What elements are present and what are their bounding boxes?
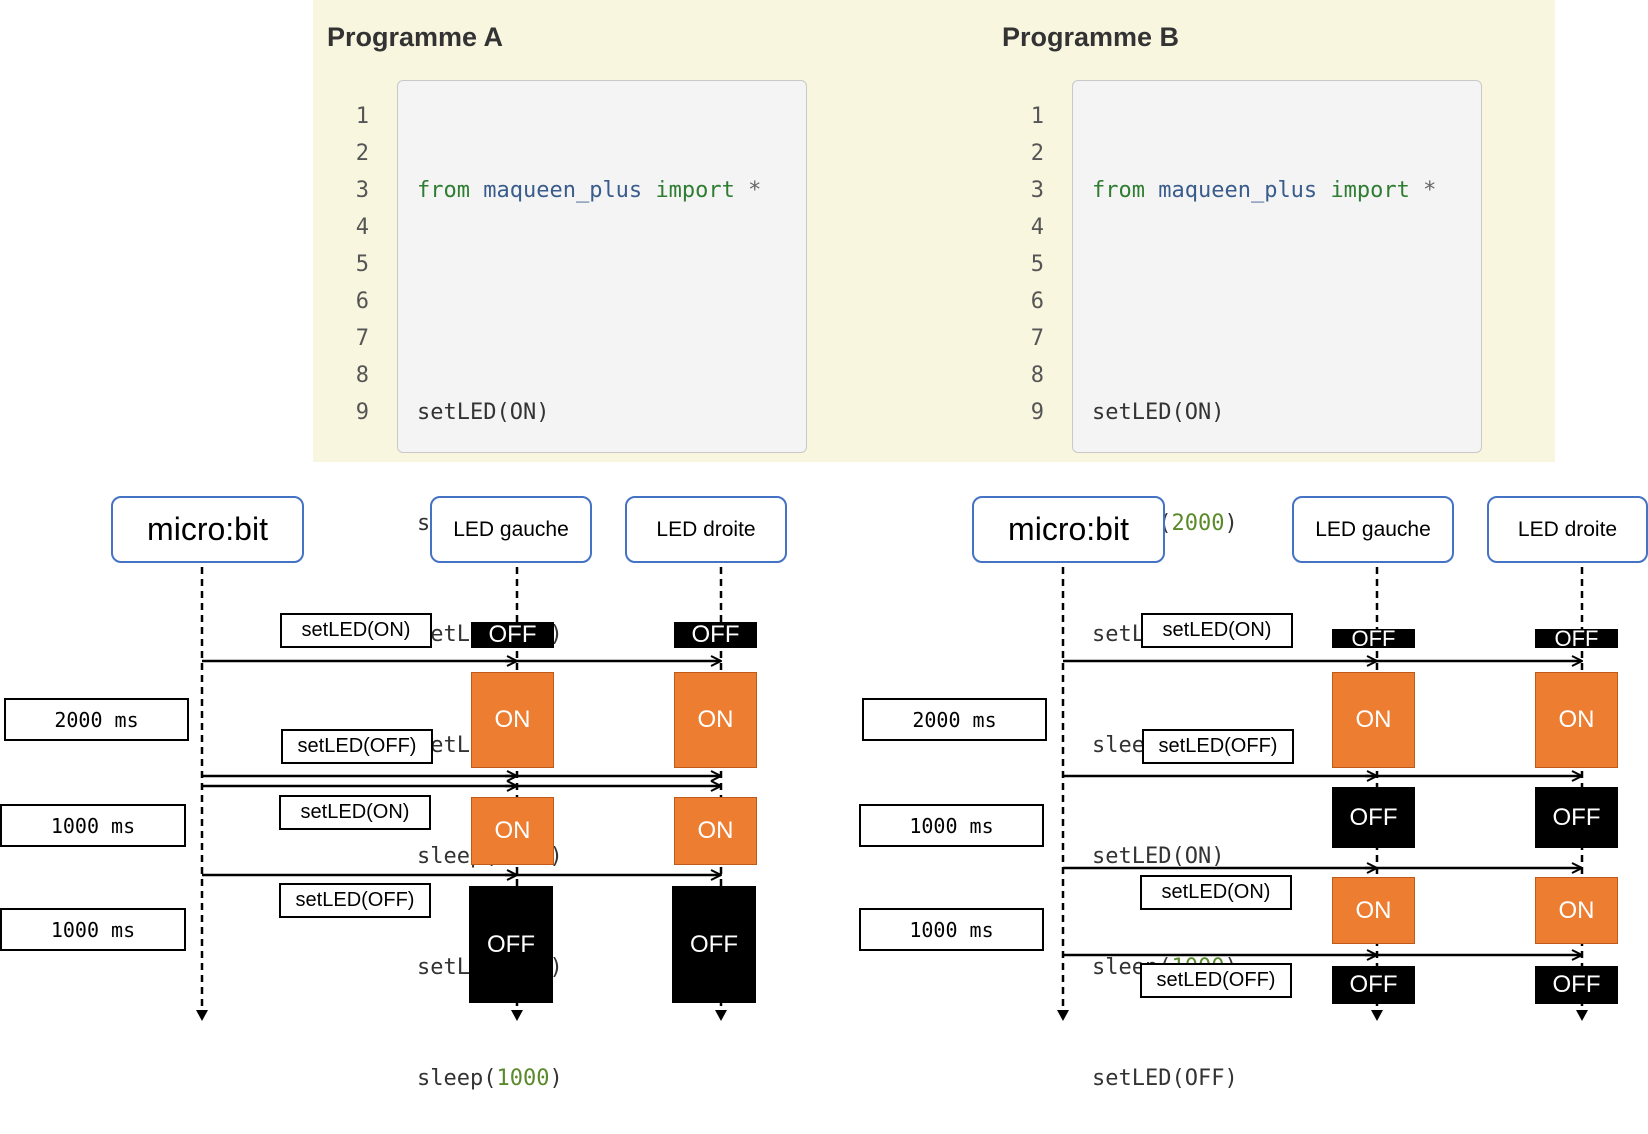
led-state-off: OFF xyxy=(674,621,757,648)
led-state-off: OFF xyxy=(1535,787,1618,848)
message-label: setLED(ON) xyxy=(279,795,431,830)
led-state-on: ON xyxy=(471,672,554,768)
led-state-off: OFF xyxy=(1332,966,1415,1004)
code-line: setLED(OFF) xyxy=(1092,1066,1238,1091)
code-line: sleep(1000) xyxy=(417,1066,563,1091)
message-label: setLED(ON) xyxy=(1141,613,1293,648)
led-state-on: ON xyxy=(1332,877,1415,944)
lifeline-end-arrow xyxy=(1371,1010,1383,1021)
led-state-off: OFF xyxy=(672,886,756,1003)
message-label: setLED(ON) xyxy=(280,613,432,648)
led-state-off: OFF xyxy=(1535,966,1618,1004)
led-droite-header-a: LED droite xyxy=(625,496,787,563)
lifeline-end-arrow xyxy=(196,1010,208,1021)
microbit-header-b: micro:bit xyxy=(972,496,1165,563)
lifeline-end-arrow xyxy=(511,1010,523,1021)
message-label: setLED(OFF) xyxy=(281,729,433,764)
led-state-on: ON xyxy=(1535,877,1618,944)
duration-label: 1000 ms xyxy=(0,804,186,847)
message-label: setLED(ON) xyxy=(1140,875,1292,910)
duration-label: 2000 ms xyxy=(862,698,1047,741)
led-state-on: ON xyxy=(674,672,757,768)
led-state-on: ON xyxy=(1332,672,1415,768)
lifeline-end-arrow xyxy=(1057,1010,1069,1021)
led-droite-header-b: LED droite xyxy=(1487,496,1648,563)
lifeline-end-arrow xyxy=(1576,1010,1588,1021)
lifeline-end-arrow xyxy=(715,1010,727,1021)
duration-label: 2000 ms xyxy=(4,698,189,741)
message-label: setLED(OFF) xyxy=(1142,729,1294,764)
led-state-off: OFF xyxy=(1535,626,1618,651)
led-state-off: OFF xyxy=(1332,787,1415,848)
microbit-header-a: micro:bit xyxy=(111,496,304,563)
led-gauche-header-b: LED gauche xyxy=(1292,496,1454,563)
led-state-off: OFF xyxy=(1332,626,1415,651)
led-gauche-header-a: LED gauche xyxy=(430,496,592,563)
led-state-off: OFF xyxy=(471,621,554,648)
duration-label: 1000 ms xyxy=(0,908,186,951)
message-label: setLED(OFF) xyxy=(279,883,431,918)
led-state-on: ON xyxy=(1535,672,1618,768)
led-state-on: ON xyxy=(674,797,757,865)
led-state-on: ON xyxy=(471,797,554,865)
duration-label: 1000 ms xyxy=(859,804,1044,847)
led-state-off: OFF xyxy=(469,886,553,1003)
duration-label: 1000 ms xyxy=(859,908,1044,951)
message-label: setLED(OFF) xyxy=(1140,963,1292,998)
